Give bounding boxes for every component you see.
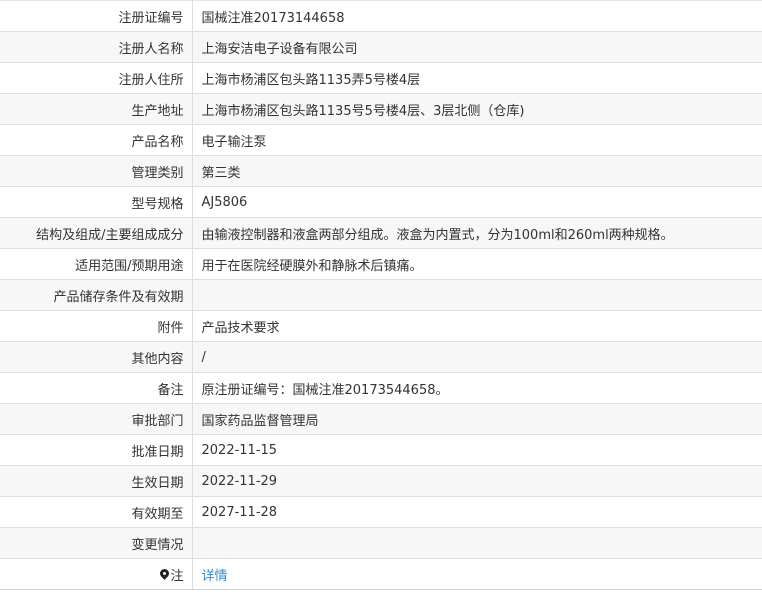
field-label: 备注 — [0, 372, 193, 404]
field-label: 管理类别 — [0, 155, 193, 187]
field-value: 2022-11-15 — [192, 434, 762, 466]
row-management-category: 管理类别 第三类 — [0, 155, 762, 187]
row-approval-department: 审批部门 国家药品监督管理局 — [0, 403, 762, 435]
field-label: 适用范围/预期用途 — [0, 248, 193, 280]
field-label: 注册人住所 — [0, 62, 193, 94]
field-label: 生产地址 — [0, 93, 193, 125]
field-value: 原注册证编号：国械注准20173544658。 — [192, 372, 762, 404]
row-intended-use: 适用范围/预期用途 用于在医院经硬膜外和静脉术后镇痛。 — [0, 248, 762, 280]
field-value — [192, 527, 762, 559]
field-value: 产品技术要求 — [192, 310, 762, 342]
pin-icon — [160, 569, 169, 581]
field-value: 国械注准20173144658 — [192, 0, 762, 32]
row-remarks: 备注 原注册证编号：国械注准20173544658。 — [0, 372, 762, 404]
field-value: AJ5806 — [192, 186, 762, 218]
field-value: 上海市杨浦区包头路1135弄5号楼4层 — [192, 62, 762, 94]
row-approval-date: 批准日期 2022-11-15 — [0, 434, 762, 466]
field-value-note: 详情 — [192, 558, 762, 590]
field-label: 生效日期 — [0, 465, 193, 497]
details-link[interactable]: 详情 — [202, 569, 228, 584]
row-model-spec: 型号规格 AJ5806 — [0, 186, 762, 218]
field-label: 变更情况 — [0, 527, 193, 559]
field-value: 电子输注泵 — [192, 124, 762, 156]
field-label: 注册人名称 — [0, 31, 193, 63]
field-label: 产品储存条件及有效期 — [0, 279, 193, 311]
field-label: 其他内容 — [0, 341, 193, 373]
field-label: 有效期至 — [0, 496, 193, 528]
field-value — [192, 279, 762, 311]
row-change-status: 变更情况 — [0, 527, 762, 559]
field-value: 2022-11-29 — [192, 465, 762, 497]
row-production-address: 生产地址 上海市杨浦区包头路1135号5号楼4层、3层北侧（仓库) — [0, 93, 762, 125]
row-registrant-name: 注册人名称 上海安洁电子设备有限公司 — [0, 31, 762, 63]
field-label: 审批部门 — [0, 403, 193, 435]
field-label: 产品名称 — [0, 124, 193, 156]
row-valid-until: 有效期至 2027-11-28 — [0, 496, 762, 528]
field-label: 型号规格 — [0, 186, 193, 218]
row-storage-conditions: 产品储存条件及有效期 — [0, 279, 762, 311]
note-label-text: 注 — [170, 568, 184, 584]
field-label: 附件 — [0, 310, 193, 342]
field-label: 批准日期 — [0, 434, 193, 466]
field-label: 注册证编号 — [0, 0, 193, 32]
registration-detail-table: 注册证编号 国械注准20173144658 注册人名称 上海安洁电子设备有限公司… — [0, 0, 762, 590]
row-other-content: 其他内容 / — [0, 341, 762, 373]
field-value: 上海安洁电子设备有限公司 — [192, 31, 762, 63]
field-value: 用于在医院经硬膜外和静脉术后镇痛。 — [192, 248, 762, 280]
row-registration-number: 注册证编号 国械注准20173144658 — [0, 0, 762, 32]
field-value: 第三类 — [192, 155, 762, 187]
row-structure-composition: 结构及组成/主要组成成分 由输液控制器和液盒两部分组成。液盒为内置式，分为100… — [0, 217, 762, 249]
field-value: 2027-11-28 — [192, 496, 762, 528]
field-label: 结构及组成/主要组成成分 — [0, 217, 193, 249]
field-value: 上海市杨浦区包头路1135号5号楼4层、3层北侧（仓库) — [192, 93, 762, 125]
row-attachment: 附件 产品技术要求 — [0, 310, 762, 342]
field-value: 国家药品监督管理局 — [192, 403, 762, 435]
field-value: / — [192, 341, 762, 373]
field-value: 由输液控制器和液盒两部分组成。液盒为内置式，分为100ml和260ml两种规格。 — [192, 217, 762, 249]
row-product-name: 产品名称 电子输注泵 — [0, 124, 762, 156]
row-registrant-address: 注册人住所 上海市杨浦区包头路1135弄5号楼4层 — [0, 62, 762, 94]
field-label-note: 注 — [0, 558, 193, 590]
row-note: 注 详情 — [0, 558, 762, 590]
row-effective-date: 生效日期 2022-11-29 — [0, 465, 762, 497]
